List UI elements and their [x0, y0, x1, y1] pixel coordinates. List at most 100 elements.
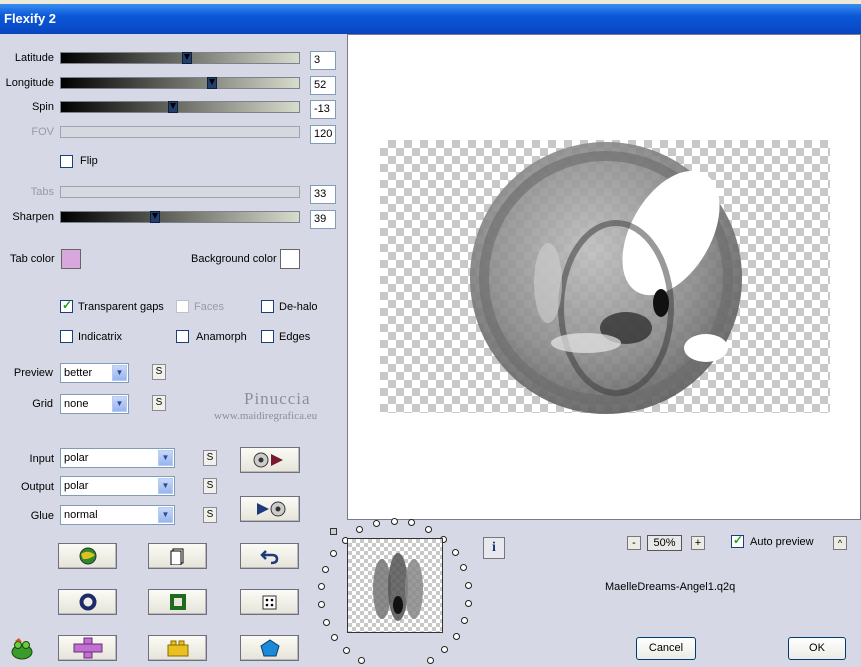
cancel-button[interactable]: Cancel: [636, 637, 696, 660]
dial-dot: [318, 601, 326, 609]
dial-dot: [451, 548, 459, 556]
sharpen-label: Sharpen: [12, 211, 54, 223]
spin-label: Spin: [31, 101, 54, 113]
dial-dot: [343, 647, 351, 655]
dial-dot: [408, 519, 416, 527]
dial-dot: [425, 525, 433, 533]
dial-dot: [465, 599, 473, 607]
dial-dot: [464, 581, 472, 589]
dial-dot: [322, 618, 330, 626]
ok-button[interactable]: OK: [788, 637, 846, 660]
grid-swap-button[interactable]: S: [152, 395, 166, 411]
glue-label: Glue: [30, 510, 54, 522]
glue-swap-button[interactable]: S: [203, 507, 217, 523]
background-color-swatch[interactable]: [280, 249, 300, 269]
sharpen-value[interactable]: 39: [310, 210, 336, 229]
brick-button[interactable]: [148, 635, 207, 661]
zoom-out-button[interactable]: -: [627, 536, 641, 550]
frog-logo: [10, 637, 34, 661]
tab-color-swatch[interactable]: [61, 249, 81, 269]
grid-select[interactable]: none ▼: [60, 394, 129, 414]
fov-value: 120: [310, 125, 336, 144]
chevron-down-icon: ▼: [158, 478, 173, 494]
spin-slider[interactable]: [60, 101, 300, 113]
edges-checkbox[interactable]: [261, 330, 274, 343]
transparent-gaps-label: Transparent gaps: [78, 301, 164, 313]
preview-swap-button[interactable]: S: [152, 364, 166, 380]
plus-shape-icon: [73, 637, 102, 659]
output-value: polar: [64, 480, 89, 492]
sharpen-thumb[interactable]: [150, 211, 160, 223]
dial-dot: [426, 656, 434, 664]
info-button[interactable]: i: [483, 537, 505, 559]
dial-handle[interactable]: [330, 528, 337, 535]
dice-random-button[interactable]: [240, 589, 299, 615]
fov-slider: [60, 126, 300, 138]
undo-icon: [259, 550, 278, 565]
camera-forward-button[interactable]: [240, 447, 300, 473]
longitude-value[interactable]: 52: [310, 76, 336, 95]
latitude-value[interactable]: 3: [310, 51, 336, 70]
square-frame-button[interactable]: [148, 589, 207, 615]
square-frame-icon: [169, 594, 186, 610]
ring-shape-button[interactable]: [58, 589, 117, 615]
collapse-toggle-button[interactable]: ^: [833, 536, 847, 550]
glue-value: normal: [64, 509, 98, 521]
output-select[interactable]: polar ▼: [60, 476, 175, 496]
globe-icon: [79, 547, 96, 565]
auto-preview-checkbox[interactable]: [731, 533, 744, 548]
input-select[interactable]: polar ▼: [60, 448, 175, 468]
thumbnail-image: [373, 553, 423, 621]
indicatrix-label: Indicatrix: [78, 331, 123, 343]
longitude-slider[interactable]: [60, 77, 300, 89]
longitude-thumb[interactable]: [207, 77, 217, 89]
preview-canvas[interactable]: [347, 34, 861, 520]
spin-thumb[interactable]: [168, 101, 178, 113]
dice-icon: [262, 595, 276, 610]
grid-label: Grid: [32, 398, 53, 410]
navigator-thumbnail[interactable]: [347, 538, 443, 633]
flip-checkbox[interactable]: [60, 155, 73, 168]
tabs-slider: [60, 186, 300, 198]
zoom-in-button[interactable]: +: [691, 536, 705, 550]
glue-select[interactable]: normal ▼: [60, 505, 175, 525]
faces-checkbox: [176, 300, 189, 313]
undo-button[interactable]: [240, 543, 299, 569]
preset-filename: MaelleDreams-Angel1.q2q: [605, 581, 736, 593]
dial-dot: [460, 564, 468, 572]
tab-color-label: Tab color: [10, 253, 55, 265]
window-title: Flexify 2: [0, 4, 861, 34]
grid-value: none: [64, 398, 89, 410]
transparent-gaps-checkbox[interactable]: [60, 298, 73, 313]
plus-shape-button[interactable]: [58, 635, 117, 661]
frog-icon: [11, 638, 33, 660]
dial-dot: [317, 583, 325, 591]
background-color-label: Background color: [191, 253, 277, 265]
indicatrix-checkbox[interactable]: [60, 330, 73, 343]
dial-dot: [321, 566, 329, 574]
new-page-button[interactable]: [148, 543, 207, 569]
watermark-title: Pinuccia: [244, 389, 311, 408]
randomize-globe-button[interactable]: [58, 543, 117, 569]
gem-button[interactable]: [240, 635, 299, 661]
dial-dot: [357, 657, 365, 665]
longitude-label: Longitude: [5, 77, 54, 89]
dial-dot: [330, 550, 338, 558]
latitude-thumb[interactable]: [182, 52, 192, 64]
dehalo-checkbox[interactable]: [261, 300, 274, 313]
camera-forward-icon: [253, 452, 283, 468]
tabs-value: 33: [310, 185, 336, 204]
info-icon: i: [492, 540, 496, 555]
preview-quality-select[interactable]: better ▼: [60, 363, 129, 383]
spin-value[interactable]: -13: [310, 100, 336, 119]
latitude-slider[interactable]: [60, 52, 300, 64]
output-swap-button[interactable]: S: [203, 478, 217, 494]
gem-icon: [259, 639, 280, 657]
brick-icon: [167, 640, 188, 657]
input-swap-button[interactable]: S: [203, 450, 217, 466]
sharpen-slider[interactable]: [60, 211, 300, 223]
preview-quality-value: better: [64, 367, 93, 379]
camera-back-button[interactable]: [240, 496, 300, 522]
dial-dot: [461, 616, 468, 624]
anamorph-checkbox[interactable]: [176, 330, 189, 343]
